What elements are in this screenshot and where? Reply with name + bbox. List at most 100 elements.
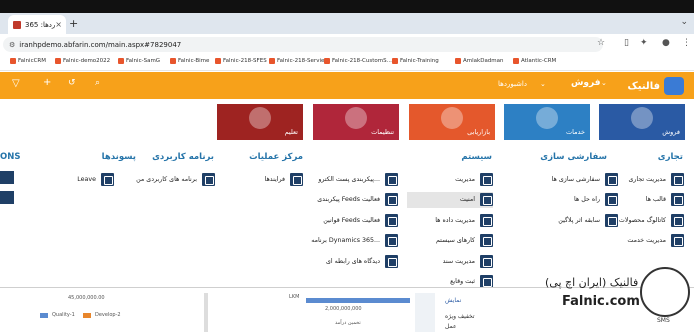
area-tile[interactable]: فروش xyxy=(599,104,685,140)
misc-label: LKM xyxy=(289,294,300,300)
bookmark-item[interactable]: Falnic-SamG xyxy=(118,58,160,64)
menu-item-label: سابقه اثر پلاگین xyxy=(558,216,600,224)
section-title[interactable]: فروش xyxy=(571,78,601,88)
menu-item-system[interactable]: مدیریت سند xyxy=(407,253,493,269)
puzzle-icon[interactable]: ✦ xyxy=(640,38,648,48)
menu-item-system[interactable]: امنیت xyxy=(407,191,493,208)
url-field[interactable]: ⚙ iranhpdemo.abfarin.com/main.aspx#78290… xyxy=(3,37,603,52)
menu-item-icon xyxy=(480,254,493,268)
bookmark-item[interactable]: Falnic-218-SFES xyxy=(215,58,267,64)
bookmark-favicon-icon xyxy=(55,58,61,64)
bookmark-item[interactable]: Falnic-218-CustomS... xyxy=(324,58,392,64)
menu-item-label: سفارشی سازی ها xyxy=(551,175,600,183)
breadcrumb-dashboards[interactable]: داشبوردها xyxy=(498,80,527,88)
menu-item-icon xyxy=(385,234,398,247)
bookmark-label: Falnic-218-Servie xyxy=(277,58,325,64)
area-tile[interactable]: تنظیمات xyxy=(313,104,399,140)
bookmark-label: Falnic-Bime xyxy=(178,58,210,64)
brand-logo[interactable]: فالنیک xyxy=(612,75,684,97)
legend-item-2: Develop-2 xyxy=(95,312,121,318)
menu-item-icon xyxy=(385,193,398,206)
menu-item-label: قوانین Feeds فعالیت xyxy=(323,216,380,224)
menu-item-process_center[interactable]: پیکربندی Feeds فعالیت xyxy=(298,192,398,208)
search-icon[interactable]: ⌕ xyxy=(95,78,100,88)
menu-item-process_center[interactable]: پیکربندی پست الکترو... xyxy=(298,171,398,187)
bookmark-label: AmlakDadman xyxy=(463,58,504,64)
menu-item-icon xyxy=(385,172,398,186)
bookmark-item[interactable]: Falnic-Training xyxy=(392,58,439,64)
bookmark-label: Falnic-SamG xyxy=(126,58,161,64)
menu-item-process_center[interactable]: فرایندها xyxy=(213,171,303,187)
brand-name: فالنیک xyxy=(627,80,660,92)
bookmark-item[interactable]: Falnic-demo2022 xyxy=(55,58,110,64)
url-text: iranhpdemo.abfarin.com/main.aspx#7829047 xyxy=(19,40,182,49)
area-tile[interactable]: خدمات xyxy=(504,104,590,140)
bookmark-item[interactable]: Falnic-Bime xyxy=(170,58,209,64)
menu-item-system[interactable]: کارهای سیستم xyxy=(407,233,493,249)
filter-icon[interactable]: ▽ xyxy=(12,78,20,89)
menu-item-customization[interactable]: سابقه اثر پلاگین xyxy=(520,212,618,228)
action-show[interactable]: نمایش xyxy=(445,297,461,304)
menu-item-process_center[interactable]: قوانین Feeds فعالیت xyxy=(298,212,398,228)
bookmark-item[interactable]: FalnicCRM xyxy=(10,58,46,64)
bookmark-item[interactable]: Atlantic-CRM xyxy=(513,58,556,64)
tile-icon xyxy=(345,107,367,129)
site-info-icon[interactable]: ⚙ xyxy=(9,41,15,49)
tab-strip: داشبوردها: 365 Dynamics × + ⌄ xyxy=(0,13,694,34)
menu-item-customization[interactable]: راه حل ها xyxy=(520,192,618,208)
ons-item-icon[interactable] xyxy=(0,171,14,184)
tile-label: بازاریابی xyxy=(467,128,490,136)
menu-item-system[interactable]: مدیریت xyxy=(407,171,493,187)
menu-item-label: مدیریت سند xyxy=(442,257,475,265)
menu-item-system[interactable]: مدیریت داده ها xyxy=(407,212,493,228)
browser-menu-icon[interactable]: ⋮ xyxy=(682,38,691,48)
area-tile[interactable]: تعلیم xyxy=(217,104,303,140)
menu-group-system: سیستم xyxy=(461,152,492,162)
extension-icon[interactable]: ▯ xyxy=(624,38,629,48)
menu-item-icon xyxy=(605,193,618,206)
menu-group-customization: سفارشی سازی xyxy=(540,152,607,162)
window-titlebar xyxy=(0,0,694,13)
history-icon[interactable]: ↺ xyxy=(68,78,76,88)
label-discount: تخفیف ویژه xyxy=(445,313,475,320)
menu-item-icon xyxy=(385,254,398,268)
menu-item-icon xyxy=(671,213,684,227)
ons-item-icon[interactable] xyxy=(0,191,14,204)
add-icon[interactable]: + xyxy=(43,77,51,88)
new-tab-button[interactable]: + xyxy=(69,17,78,30)
menu-item-extensions[interactable]: Leave xyxy=(74,171,114,187)
scrollbar[interactable] xyxy=(204,293,208,332)
menu-item-icon xyxy=(385,213,398,227)
tile-icon xyxy=(249,107,271,129)
browser-tab[interactable]: داشبوردها: 365 Dynamics × xyxy=(8,15,66,34)
menu-item-label: مدیریت xyxy=(455,175,475,183)
menu-item-app[interactable]: برنامه های کاربردی من xyxy=(125,171,215,187)
profile-avatar-icon[interactable]: ● xyxy=(662,38,670,48)
menu-item-label: مدیریت خدمت xyxy=(627,237,666,244)
menu-group-business: تجاری xyxy=(657,152,683,162)
menu-group-app: برنامه کاربردی xyxy=(152,152,214,162)
menu-item-process_center[interactable]: دیدگاه های رابطه ای xyxy=(298,253,398,269)
menu-item-label: دیدگاه های رابطه ای xyxy=(325,257,380,265)
bookmark-favicon-icon xyxy=(215,58,221,64)
bookmark-item[interactable]: Falnic-218-Servie xyxy=(269,58,324,64)
menu-item-icon xyxy=(480,234,493,247)
menu-item-business[interactable]: مدیریت خدمت xyxy=(604,233,684,249)
area-tile[interactable]: بازاریابی xyxy=(409,104,495,140)
tile-label: خدمات xyxy=(565,128,585,136)
menu-item-process_center[interactable]: برنامه Dynamics 365... xyxy=(298,233,398,249)
bookmark-star-icon[interactable]: ☆ xyxy=(597,38,605,48)
bookmark-label: Falnic-demo2022 xyxy=(63,58,111,64)
bookmark-favicon-icon xyxy=(170,58,176,64)
tile-icon xyxy=(536,107,558,129)
bookmark-item[interactable]: AmlakDadman xyxy=(455,58,504,64)
footer-url: Falnic.com xyxy=(562,294,640,309)
bookmarks-bar: FalnicCRM Falnic-demo2022 Falnic-SamG Falni… xyxy=(0,55,694,71)
menu-item-label: قالب ها xyxy=(645,196,666,203)
bookmark-label: Falnic-218-SFES xyxy=(223,58,267,64)
tab-close-icon[interactable]: × xyxy=(55,20,62,29)
menu-item-customization[interactable]: سفارشی سازی ها xyxy=(520,171,618,187)
tile-label: فروش xyxy=(662,128,680,136)
tab-search-icon[interactable]: ⌄ xyxy=(680,17,688,27)
menu-group-process_center: مرکز عملیات xyxy=(249,152,303,162)
